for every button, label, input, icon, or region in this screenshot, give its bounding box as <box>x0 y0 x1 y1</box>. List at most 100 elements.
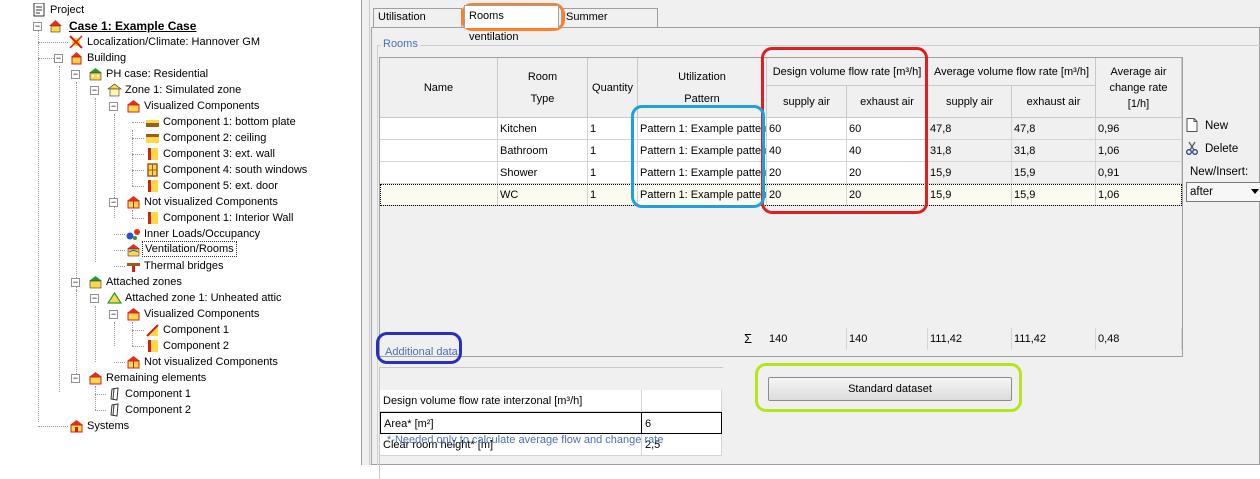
collapse-icon[interactable]: − <box>109 310 118 319</box>
interzonal-label: Design volume flow rate interzonal [m³/h… <box>380 390 642 412</box>
attached-zones-icon <box>89 276 102 289</box>
cell-average-supply: 15,9 <box>928 162 1012 184</box>
collapse-icon[interactable]: − <box>54 54 63 63</box>
col-header-quantity[interactable]: Quantity <box>588 58 638 118</box>
tree-label: Systems <box>87 420 130 432</box>
cell-name[interactable] <box>380 140 498 162</box>
new-document-icon <box>1186 118 1198 132</box>
tab-summer-ventilation[interactable]: Summer ventilation <box>561 8 658 40</box>
tree-label: Component 2 <box>125 404 192 416</box>
cell-name[interactable] <box>380 118 498 140</box>
cell-design-supply[interactable]: 20 <box>767 162 847 184</box>
delete-button[interactable]: Delete <box>1185 140 1238 158</box>
ventilation-icon <box>127 244 140 257</box>
standard-dataset-button[interactable]: Standard dataset <box>768 377 1012 401</box>
col-header-label: Quantity <box>592 81 633 94</box>
collapse-icon[interactable]: − <box>109 198 118 207</box>
tree-label: Thermal bridges <box>144 260 224 272</box>
interzonal-value[interactable] <box>642 390 722 412</box>
col-header-label: exhaust air <box>1026 95 1081 108</box>
tree-label: Component 1 <box>163 324 230 336</box>
cell-design-exhaust[interactable]: 20 <box>847 162 928 184</box>
area-label: Area* [m²] <box>380 412 642 434</box>
project-icon <box>33 3 45 17</box>
tree-label: Not visualized Components <box>144 196 278 208</box>
tab-rooms-ventilation[interactable]: Rooms ventilation <box>464 5 559 43</box>
element-icon <box>110 403 119 417</box>
floor-slab-icon <box>146 120 159 127</box>
project-tree[interactable]: Project − Case 1: Example Case Localizat… <box>0 0 362 465</box>
pane-splitter[interactable] <box>362 0 370 465</box>
cell-average-exhaust: 47,8 <box>1012 118 1096 140</box>
tree-label: Attached zones <box>106 276 182 288</box>
collapse-icon[interactable]: − <box>71 70 80 79</box>
tree-label: Ventilation/Rooms <box>142 241 237 257</box>
components-icon <box>127 100 140 113</box>
cell-average-supply: 47,8 <box>928 118 1012 140</box>
new-button-label: New <box>1205 120 1229 132</box>
cell-utilization-pattern[interactable]: Pattern 1: Example pattern <box>638 162 767 184</box>
col-header-average-flow[interactable]: Average volume flow rate [m³/h] <box>928 58 1096 86</box>
col-header-utilization-pattern[interactable]: Utilization Pattern <box>638 58 767 118</box>
cell-design-supply[interactable]: 60 <box>767 118 847 140</box>
cell-quantity[interactable]: 1 <box>588 118 638 140</box>
ventilation-pane: Utilisation Pattern Rooms ventilation Su… <box>370 0 1260 479</box>
cell-room-type[interactable]: Shower <box>498 162 588 184</box>
tree-label: Not visualized Components <box>144 356 278 368</box>
col-header-average-supply[interactable]: supply air <box>928 86 1012 118</box>
collapse-icon[interactable]: − <box>71 278 80 287</box>
element-icon <box>110 387 119 401</box>
components-icon <box>127 308 140 321</box>
collapse-icon[interactable]: − <box>90 294 99 303</box>
cell-design-exhaust[interactable]: 60 <box>847 118 928 140</box>
required-fields-note: *-Needed only to calculate average flow … <box>387 434 664 446</box>
cell-room-type[interactable]: Kitchen <box>498 118 588 140</box>
insert-position-select[interactable]: after <box>1186 182 1260 202</box>
attic-icon <box>107 291 122 304</box>
cell-design-exhaust[interactable]: 40 <box>847 140 928 162</box>
residential-icon <box>89 68 102 81</box>
tree-label: PH case: Residential <box>106 68 209 80</box>
cell-average-exhaust: 31,8 <box>1012 140 1096 162</box>
col-header-label: Average volume flow rate [m³/h] <box>933 65 1090 78</box>
collapse-icon[interactable]: − <box>90 86 99 95</box>
cell-air-change-rate: 1,06 <box>1096 140 1182 162</box>
tree-label: Component 1 <box>125 388 192 400</box>
col-header-air-change-rate[interactable]: Average air change rate [1/h] <box>1096 58 1182 118</box>
new-insert-label: New/Insert: <box>1190 166 1249 178</box>
col-header-design-exhaust[interactable]: exhaust air <box>847 86 928 118</box>
tree-label: Localization/Climate: Hannover GM <box>87 36 261 48</box>
col-header-label: Pattern <box>684 92 720 105</box>
collapse-icon[interactable]: − <box>71 374 80 383</box>
tab-utilisation-pattern[interactable]: Utilisation Pattern <box>373 8 462 40</box>
cell-utilization-pattern[interactable]: Pattern 1: Example pattern <box>638 140 767 162</box>
rooms-grid[interactable]: Name Room Type Quantity Utilization Patter… <box>379 57 1183 357</box>
additional-data-panel: Design volume flow rate interzonal [m³/h… <box>379 367 723 479</box>
col-header-name[interactable]: Name <box>380 58 498 118</box>
collapse-icon[interactable]: − <box>33 22 42 31</box>
col-header-label: Average air <box>1110 65 1167 78</box>
col-header-room-type[interactable]: Room Type <box>498 58 588 118</box>
new-button[interactable]: New <box>1185 117 1228 135</box>
sum-design-exhaust: 140 <box>847 328 928 350</box>
col-header-design-supply[interactable]: supply air <box>767 86 847 118</box>
tree-label: Component 2 <box>163 340 230 352</box>
cell-quantity[interactable]: 1 <box>588 140 638 162</box>
roof-icon <box>146 324 159 337</box>
house-icon <box>49 20 62 33</box>
cell-quantity[interactable]: 1 <box>588 162 638 184</box>
sum-average-exhaust: 111,42 <box>1012 328 1096 350</box>
selected-row-outline <box>380 184 1182 206</box>
cell-utilization-pattern[interactable]: Pattern 1: Example pattern <box>638 118 767 140</box>
area-field[interactable]: 6 <box>642 412 722 434</box>
col-header-average-exhaust[interactable]: exhaust air <box>1012 86 1096 118</box>
tree-label: Zone 1: Simulated zone <box>125 84 242 96</box>
col-header-label: change rate <box>1109 81 1168 94</box>
cell-name[interactable] <box>380 162 498 184</box>
cell-air-change-rate: 0,91 <box>1096 162 1182 184</box>
cell-room-type[interactable]: Bathroom <box>498 140 588 162</box>
cell-design-supply[interactable]: 40 <box>767 140 847 162</box>
collapse-icon[interactable]: − <box>109 102 118 111</box>
scissors-icon <box>1186 141 1198 155</box>
col-header-design-flow[interactable]: Design volume flow rate [m³/h] <box>767 58 928 86</box>
